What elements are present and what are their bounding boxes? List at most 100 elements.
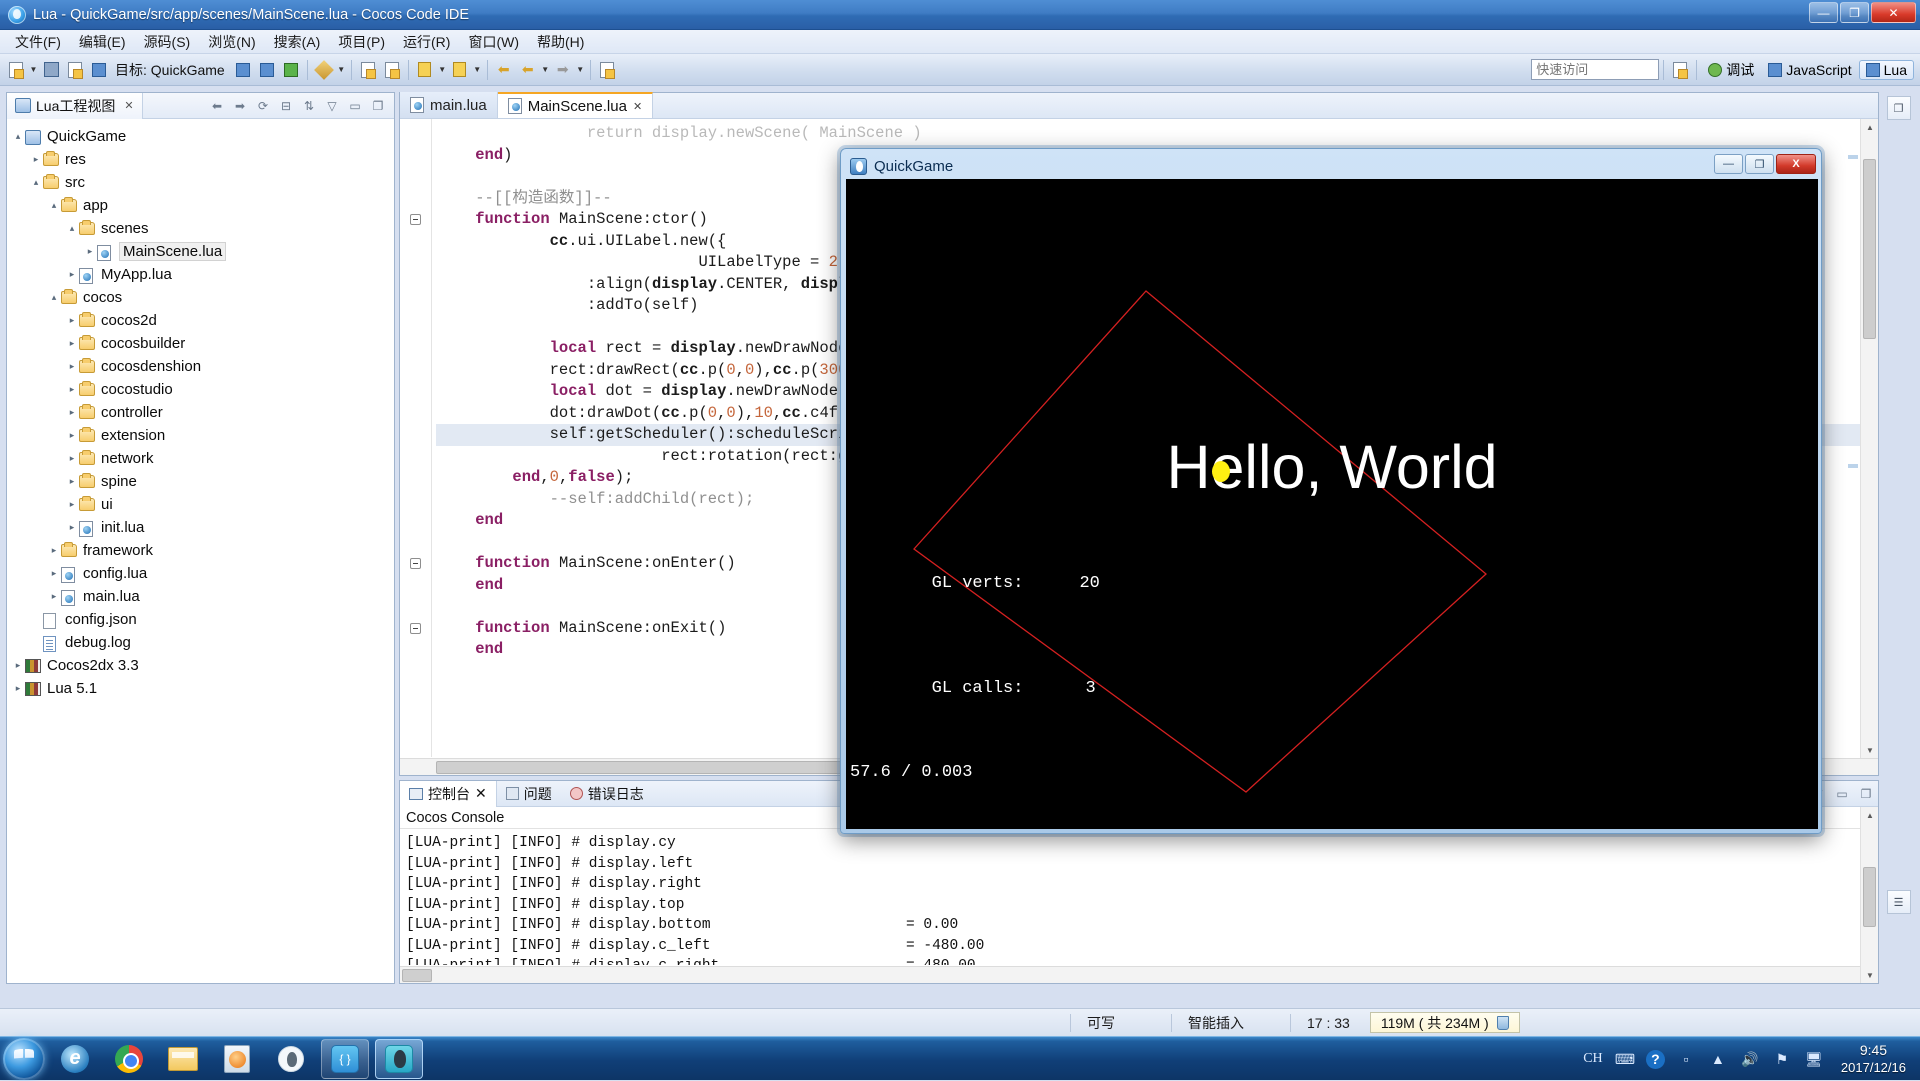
expand-twisty-icon[interactable]: ▸ bbox=[65, 476, 79, 487]
tree-item[interactable]: ▸ network bbox=[7, 447, 394, 470]
minimize-button[interactable]: — bbox=[1809, 2, 1838, 23]
scroll-down-icon[interactable]: ▼ bbox=[1861, 742, 1879, 758]
action-center-icon[interactable]: 🖥 bbox=[1803, 1049, 1825, 1069]
tree-item[interactable]: ▴ cocos bbox=[7, 286, 394, 309]
tree-item[interactable]: ▴ app bbox=[7, 194, 394, 217]
console-scrollbar-thumb[interactable] bbox=[1863, 867, 1876, 927]
tree-item[interactable]: ▴ scenes bbox=[7, 217, 394, 240]
fold-toggle-icon[interactable] bbox=[410, 558, 421, 569]
perspective-debug[interactable]: 调试 bbox=[1701, 58, 1761, 82]
link-icon[interactable]: ⟳ bbox=[255, 98, 271, 114]
toggle-block-selection-button[interactable] bbox=[357, 59, 379, 81]
taskbar-file-explorer[interactable] bbox=[159, 1039, 207, 1079]
last-edit-location-button[interactable]: ⬅ bbox=[517, 59, 539, 81]
forward-dropdown-icon[interactable]: ▼ bbox=[575, 59, 586, 81]
run-on-simulator-button[interactable] bbox=[256, 59, 278, 81]
expand-twisty-icon[interactable]: ▸ bbox=[65, 315, 79, 326]
scroll-down-icon[interactable]: ▼ bbox=[1861, 967, 1879, 983]
expand-twisty-icon[interactable]: ▸ bbox=[47, 591, 61, 602]
minimize-icon[interactable]: ▭ bbox=[347, 98, 363, 114]
tree-item[interactable]: ▴ src bbox=[7, 171, 394, 194]
tab-error-log[interactable]: 错误日志 bbox=[561, 781, 653, 807]
collapse-twisty-icon[interactable]: ▴ bbox=[11, 131, 25, 142]
previous-annotation-button[interactable] bbox=[449, 59, 471, 81]
tree-item[interactable]: ▸ extension bbox=[7, 424, 394, 447]
tree-item[interactable]: ▸ init.lua bbox=[7, 516, 394, 539]
maximize-button[interactable]: ❐ bbox=[1840, 2, 1869, 23]
close-icon[interactable]: ✕ bbox=[475, 785, 487, 802]
previous-annotation-dropdown-icon[interactable]: ▼ bbox=[472, 59, 483, 81]
expand-twisty-icon[interactable]: ▸ bbox=[29, 614, 43, 625]
tree-item[interactable]: ▸ main.lua bbox=[7, 585, 394, 608]
menu-item-navigate[interactable]: 浏览(N) bbox=[199, 30, 264, 54]
tab-mainscene-lua[interactable]: MainScene.lua ✕ bbox=[497, 92, 654, 118]
save-button[interactable] bbox=[40, 59, 62, 81]
tab-problems[interactable]: 问题 bbox=[497, 781, 561, 807]
expand-twisty-icon[interactable]: ▸ bbox=[47, 568, 61, 579]
next-annotation-dropdown-icon[interactable]: ▼ bbox=[437, 59, 448, 81]
minimize-icon[interactable]: ▭ bbox=[1834, 786, 1850, 802]
quickgame-window[interactable]: QuickGame — ❐ X Hello, World GL verts: 20… bbox=[840, 148, 1822, 834]
console-output[interactable]: [LUA-print] [INFO] # display.cy [LUA-prin… bbox=[400, 833, 1860, 965]
project-tree[interactable]: ▴ QuickGame ▸ res ▴ src ▴ app ▴ scenes ▸ MainScene.… bbox=[7, 119, 394, 983]
forward-history-button[interactable]: ➡ bbox=[552, 59, 574, 81]
console-hscroll-thumb[interactable] bbox=[402, 969, 432, 982]
tab-lua-project-view[interactable]: Lua工程视图 ✕ bbox=[7, 92, 143, 119]
tree-item[interactable]: ▴ QuickGame bbox=[7, 125, 394, 148]
collapse-twisty-icon[interactable]: ▴ bbox=[65, 223, 79, 234]
start-button[interactable] bbox=[3, 1037, 45, 1080]
menu-item-file[interactable]: 文件(F) bbox=[6, 30, 70, 54]
tree-item[interactable]: ▸ res bbox=[7, 148, 394, 171]
taskbar-google-chrome[interactable] bbox=[105, 1039, 153, 1079]
vertical-scrollbar-thumb[interactable] bbox=[1863, 159, 1876, 339]
fold-toggle-icon[interactable] bbox=[410, 214, 421, 225]
expand-twisty-icon[interactable]: ▸ bbox=[29, 637, 43, 648]
show-whitespace-button[interactable] bbox=[381, 59, 403, 81]
tab-console[interactable]: 控制台 ✕ bbox=[400, 780, 497, 807]
next-annotation-button[interactable] bbox=[414, 59, 436, 81]
tree-item[interactable]: ▸ controller bbox=[7, 401, 394, 424]
pin-editor-button[interactable] bbox=[596, 59, 618, 81]
expand-twisty-icon[interactable]: ▸ bbox=[65, 269, 79, 280]
scroll-up-icon[interactable]: ▲ bbox=[1861, 119, 1879, 135]
expand-twisty-icon[interactable]: ▸ bbox=[65, 361, 79, 372]
tree-item[interactable]: ▸ cocosdenshion bbox=[7, 355, 394, 378]
collapse-all-icon[interactable]: ⊟ bbox=[278, 98, 294, 114]
expand-twisty-icon[interactable]: ▸ bbox=[65, 407, 79, 418]
help-icon[interactable]: ? bbox=[1645, 1049, 1665, 1069]
tree-item[interactable]: ▸ cocostudio bbox=[7, 378, 394, 401]
taskbar-cocos-code-ide[interactable] bbox=[321, 1038, 369, 1079]
open-perspective-button[interactable] bbox=[1669, 59, 1691, 81]
volume-icon[interactable]: 🔊 bbox=[1739, 1049, 1761, 1069]
console-vertical-scrollbar[interactable]: ▲ ▼ bbox=[1860, 807, 1878, 983]
taskbar-water-drop-app[interactable] bbox=[267, 1039, 315, 1079]
ime-indicator[interactable]: CH bbox=[1582, 1049, 1604, 1069]
new-file-button[interactable] bbox=[5, 59, 27, 81]
menu-item-run[interactable]: 运行(R) bbox=[394, 30, 459, 54]
perspective-lua[interactable]: Lua bbox=[1858, 59, 1914, 80]
show-hidden-icons-icon[interactable]: ▲ bbox=[1707, 1049, 1729, 1069]
expand-twisty-icon[interactable]: ▸ bbox=[65, 384, 79, 395]
debug-run-button[interactable] bbox=[280, 59, 302, 81]
expand-twisty-icon[interactable]: ▸ bbox=[83, 246, 97, 257]
expand-twisty-icon[interactable]: ▸ bbox=[65, 453, 79, 464]
link-editor-icon[interactable]: ⇅ bbox=[301, 98, 317, 114]
quick-access-input[interactable] bbox=[1531, 59, 1660, 80]
menu-item-edit[interactable]: 编辑(E) bbox=[70, 30, 135, 54]
expand-twisty-icon[interactable]: ▸ bbox=[29, 154, 43, 165]
menu-item-project[interactable]: 项目(P) bbox=[329, 30, 394, 54]
tree-item[interactable]: ▸ debug.log bbox=[7, 631, 394, 654]
expand-twisty-icon[interactable]: ▸ bbox=[65, 338, 79, 349]
perspective-javascript[interactable]: JavaScript bbox=[1761, 60, 1858, 80]
game-canvas[interactable]: Hello, World GL verts: 20 GL calls: 3 57.6… bbox=[846, 179, 1818, 829]
quickgame-minimize-button[interactable]: — bbox=[1714, 154, 1743, 174]
menu-item-window[interactable]: 窗口(W) bbox=[459, 30, 528, 54]
editor-gutter[interactable] bbox=[400, 119, 432, 757]
taskbar-media-player[interactable] bbox=[213, 1039, 261, 1079]
forward-icon[interactable]: ➡ bbox=[232, 98, 248, 114]
collapse-twisty-icon[interactable]: ▴ bbox=[47, 292, 61, 303]
tree-item[interactable]: ▸ cocosbuilder bbox=[7, 332, 394, 355]
maximize-icon[interactable]: ❐ bbox=[370, 98, 386, 114]
tree-item[interactable]: ▸ MyApp.lua bbox=[7, 263, 394, 286]
fold-toggle-icon[interactable] bbox=[410, 622, 421, 634]
